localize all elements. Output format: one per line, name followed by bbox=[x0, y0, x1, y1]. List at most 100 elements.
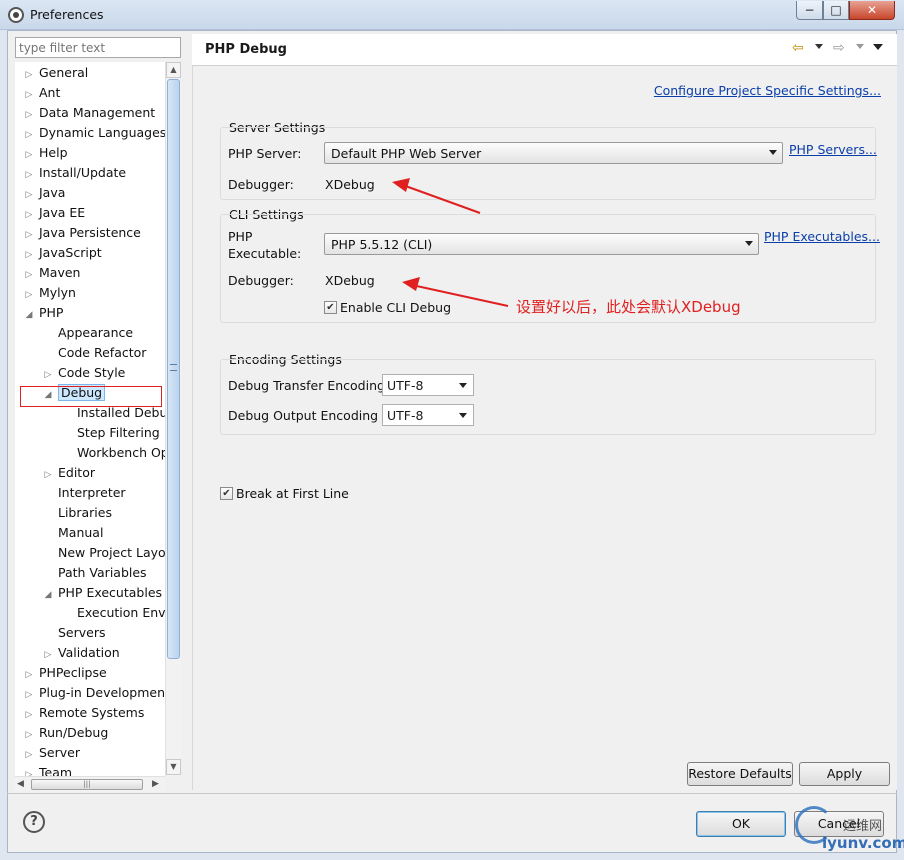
collapsed-arrow-icon[interactable]: ▷ bbox=[23, 725, 35, 745]
tree-item-label: PHPeclipse bbox=[39, 665, 107, 680]
forward-arrow-icon[interactable]: ⇨ bbox=[833, 40, 845, 56]
tree-item[interactable]: Interpreter bbox=[42, 483, 126, 503]
forward-dropdown-icon[interactable] bbox=[856, 44, 864, 49]
collapsed-arrow-icon[interactable]: ▷ bbox=[42, 645, 54, 665]
collapsed-arrow-icon[interactable]: ▷ bbox=[23, 65, 35, 85]
php-executables-link[interactable]: PHP Executables... bbox=[764, 229, 880, 244]
restore-defaults-button[interactable]: Restore Defaults bbox=[687, 762, 793, 786]
filter-input[interactable] bbox=[15, 37, 181, 58]
scroll-thumb[interactable] bbox=[167, 79, 180, 659]
back-arrow-icon[interactable]: ⇦ bbox=[792, 40, 804, 56]
tree-item-label: General bbox=[39, 65, 89, 80]
tree-item[interactable]: Execution Environments bbox=[61, 603, 165, 623]
collapsed-arrow-icon[interactable]: ▷ bbox=[23, 85, 35, 105]
enable-cli-debug-checkbox[interactable]: ✔ bbox=[324, 301, 337, 314]
tree-item-label: Manual bbox=[58, 525, 104, 540]
tree-item[interactable]: ◢ PHP Executables bbox=[42, 583, 163, 605]
tree-item[interactable]: ▷ Validation bbox=[42, 643, 120, 663]
collapsed-arrow-icon[interactable]: ▷ bbox=[23, 285, 35, 305]
tree-item[interactable]: ▷ Install/Update bbox=[23, 163, 127, 185]
close-button[interactable]: ✕ bbox=[849, 1, 895, 20]
tree-item[interactable]: ▷ Run/Debug bbox=[23, 723, 109, 745]
collapsed-arrow-icon[interactable]: ▷ bbox=[23, 105, 35, 125]
server-debugger-value: XDebug bbox=[325, 177, 375, 192]
tree-item[interactable]: ▷ Server bbox=[23, 743, 80, 763]
tree-item[interactable]: ▷ Mylyn bbox=[23, 283, 76, 303]
tree-item[interactable]: ▷ Java bbox=[23, 183, 66, 205]
transfer-encoding-select[interactable]: UTF-8 bbox=[382, 374, 474, 396]
tree-item-label: Remote Systems bbox=[39, 705, 145, 720]
page-title: PHP Debug bbox=[205, 42, 287, 57]
scroll-down-arrow-icon[interactable]: ▼ bbox=[166, 759, 181, 775]
collapsed-arrow-icon[interactable]: ▷ bbox=[23, 165, 35, 185]
tree-item[interactable]: ▷ Team bbox=[23, 763, 73, 776]
tree-item-label: Plug-in Development bbox=[39, 685, 165, 700]
tree-item[interactable]: Code Refactor bbox=[42, 343, 146, 363]
output-encoding-select[interactable]: UTF-8 bbox=[382, 404, 474, 426]
collapsed-arrow-icon[interactable]: ▷ bbox=[23, 185, 35, 205]
tree-item-label: Dynamic Languages bbox=[39, 125, 165, 140]
tree-item[interactable]: ◢ PHP bbox=[23, 303, 64, 325]
collapsed-arrow-icon[interactable]: ▷ bbox=[23, 225, 35, 245]
scroll-right-arrow-icon[interactable]: ▶ bbox=[152, 779, 159, 789]
collapsed-arrow-icon[interactable]: ▷ bbox=[23, 205, 35, 225]
tree-item[interactable]: ▷ General bbox=[23, 63, 89, 85]
back-dropdown-icon[interactable] bbox=[815, 44, 823, 49]
tree-item-label: Code Style bbox=[58, 365, 126, 380]
help-icon[interactable]: ? bbox=[23, 811, 45, 833]
php-servers-link[interactable]: PHP Servers... bbox=[789, 142, 877, 157]
tree-item[interactable]: ▷ Data Management bbox=[23, 103, 156, 125]
tree-item[interactable]: ▷ Help bbox=[23, 143, 68, 163]
tree-item[interactable]: ▷ Editor bbox=[42, 463, 95, 483]
collapsed-arrow-icon[interactable]: ▷ bbox=[23, 245, 35, 265]
tree-item[interactable]: ▷ PHPeclipse bbox=[23, 663, 107, 683]
tree-item-label: Java Persistence bbox=[39, 225, 141, 240]
transfer-encoding-value: UTF-8 bbox=[387, 378, 424, 393]
collapsed-arrow-icon[interactable]: ▷ bbox=[23, 765, 35, 776]
php-server-select[interactable]: Default PHP Web Server bbox=[324, 142, 783, 164]
tree-item[interactable]: ▷ Ant bbox=[23, 83, 61, 105]
tree-item[interactable]: New Project Layout bbox=[42, 543, 165, 563]
tree-item[interactable]: Workbench Options bbox=[61, 443, 165, 463]
view-menu-icon[interactable] bbox=[873, 44, 883, 50]
tree-item[interactable]: Step Filtering bbox=[61, 423, 160, 443]
break-first-line-checkbox[interactable]: ✔ bbox=[220, 487, 233, 500]
collapsed-arrow-icon[interactable]: ▷ bbox=[23, 265, 35, 285]
tree-item[interactable]: ▷ Code Style bbox=[42, 363, 126, 385]
collapsed-arrow-icon[interactable]: ▷ bbox=[23, 745, 35, 765]
tree-item[interactable]: ▷ Maven bbox=[23, 263, 81, 285]
tree-item[interactable]: ▷ Java EE bbox=[23, 203, 86, 225]
ok-button[interactable]: OK bbox=[696, 811, 786, 837]
tree-item-label: Code Refactor bbox=[58, 345, 147, 360]
tree-item[interactable]: ▷ JavaScript bbox=[23, 243, 102, 263]
scroll-left-arrow-icon[interactable]: ◀ bbox=[17, 779, 24, 789]
collapsed-arrow-icon[interactable]: ▷ bbox=[23, 145, 35, 165]
collapsed-arrow-icon[interactable]: ▷ bbox=[42, 465, 54, 485]
maximize-button[interactable]: □ bbox=[823, 1, 849, 20]
tree-horizontal-scrollbar[interactable]: ◀ ||| ▶ bbox=[15, 776, 165, 792]
scroll-up-arrow-icon[interactable]: ▲ bbox=[166, 62, 181, 78]
minimize-button[interactable]: − bbox=[796, 1, 823, 20]
expanded-arrow-icon[interactable]: ◢ bbox=[42, 585, 54, 605]
collapsed-arrow-icon[interactable]: ▷ bbox=[23, 685, 35, 705]
tree-item[interactable]: Servers bbox=[42, 623, 106, 643]
tree-item[interactable]: Appearance bbox=[42, 323, 133, 343]
tree-item[interactable]: Path Variables bbox=[42, 563, 147, 583]
h-scroll-thumb[interactable]: ||| bbox=[31, 779, 143, 790]
collapsed-arrow-icon[interactable]: ▷ bbox=[23, 125, 35, 145]
tree-item[interactable]: ▷ Dynamic Languages bbox=[23, 123, 165, 143]
tree-item[interactable]: ▷ Remote Systems bbox=[23, 703, 145, 725]
tree-vertical-scrollbar[interactable]: ▲ ▼ bbox=[165, 62, 181, 776]
apply-button[interactable]: Apply bbox=[799, 762, 890, 786]
tree-item[interactable]: ▷ Plug-in Development bbox=[23, 683, 165, 703]
collapsed-arrow-icon[interactable]: ▷ bbox=[23, 705, 35, 725]
tree-item-label: Execution Environments bbox=[77, 605, 165, 620]
tree-item-label: Team bbox=[39, 765, 73, 776]
tree-item[interactable]: Manual bbox=[42, 523, 103, 543]
collapsed-arrow-icon[interactable]: ▷ bbox=[42, 365, 54, 385]
tree-item[interactable]: Libraries bbox=[42, 503, 112, 523]
expanded-arrow-icon[interactable]: ◢ bbox=[23, 305, 35, 325]
tree-item[interactable]: ▷ Java Persistence bbox=[23, 223, 141, 243]
collapsed-arrow-icon[interactable]: ▷ bbox=[23, 665, 35, 685]
configure-project-settings-link[interactable]: Configure Project Specific Settings... bbox=[654, 83, 881, 98]
